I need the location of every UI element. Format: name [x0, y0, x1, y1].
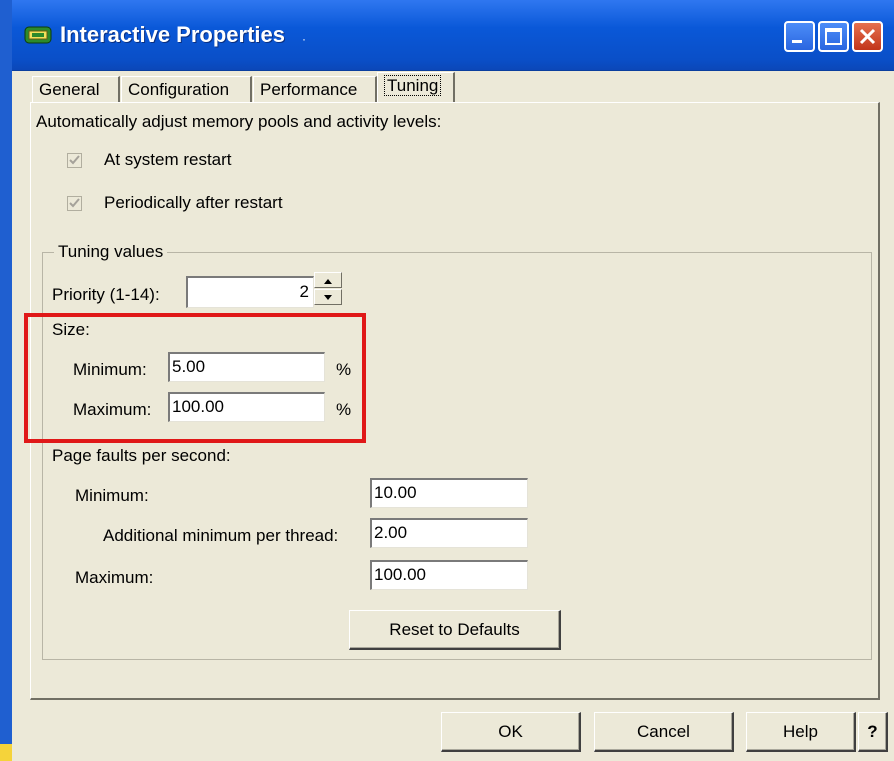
- spin-up-button[interactable]: [314, 272, 342, 288]
- size-highlight-box: [24, 313, 366, 443]
- tuning-values-legend: Tuning values: [54, 242, 168, 262]
- help-button[interactable]: Help: [746, 712, 856, 752]
- tab-performance[interactable]: Performance: [253, 76, 377, 102]
- tab-label: Performance: [260, 80, 358, 99]
- maximize-button[interactable]: [818, 21, 849, 52]
- tab-label: General: [39, 80, 100, 99]
- priority-label: Priority (1-14):: [52, 285, 160, 304]
- page-faults-minimum-label: Minimum:: [75, 486, 149, 505]
- tab-configuration[interactable]: Configuration: [121, 76, 252, 102]
- periodic-checkbox[interactable]: [67, 196, 82, 211]
- close-button[interactable]: [852, 21, 883, 52]
- desktop-edge-highlight: [0, 744, 12, 761]
- tab-label: Tuning: [384, 75, 442, 96]
- page-faults-heading: Page faults per second:: [52, 446, 231, 465]
- app-window-icon: [24, 24, 52, 46]
- close-icon: [859, 28, 876, 45]
- minimize-icon: [792, 40, 802, 43]
- checkmark-icon: [69, 155, 80, 165]
- minimize-button[interactable]: [784, 21, 815, 52]
- restart-checkbox[interactable]: [67, 153, 82, 168]
- additional-minimum-input[interactable]: 2.00: [370, 518, 528, 548]
- arrow-down-icon: [324, 295, 332, 300]
- whats-this-button[interactable]: ?: [858, 712, 888, 752]
- title-dot: ·: [302, 32, 306, 46]
- page-faults-maximum-input[interactable]: 100.00: [370, 560, 528, 590]
- tab-label: Configuration: [128, 80, 230, 99]
- cancel-button[interactable]: Cancel: [594, 712, 734, 752]
- maximize-icon: [825, 28, 842, 45]
- arrow-up-icon: [324, 279, 332, 284]
- reset-defaults-button[interactable]: Reset to Defaults: [349, 610, 561, 650]
- priority-input[interactable]: 2: [186, 276, 314, 308]
- ok-button[interactable]: OK: [441, 712, 581, 752]
- priority-spinner[interactable]: [314, 272, 342, 306]
- properties-dialog: Interactive Properties · General Configu…: [12, 0, 894, 761]
- spin-down-button[interactable]: [314, 289, 342, 305]
- tab-tuning[interactable]: Tuning: [377, 72, 455, 102]
- restart-checkbox-label: At system restart: [104, 150, 232, 169]
- desktop-edge: [0, 0, 12, 761]
- page-faults-maximum-label: Maximum:: [75, 568, 154, 587]
- page-faults-minimum-input[interactable]: 10.00: [370, 478, 528, 508]
- window-title: Interactive Properties: [60, 22, 285, 47]
- checkmark-icon: [69, 198, 80, 208]
- periodic-checkbox-label: Periodically after restart: [104, 193, 283, 212]
- additional-minimum-label: Additional minimum per thread:: [103, 526, 339, 545]
- auto-adjust-heading: Automatically adjust memory pools and ac…: [36, 112, 442, 131]
- tab-general[interactable]: General: [32, 76, 120, 102]
- title-bar[interactable]: Interactive Properties ·: [12, 0, 894, 71]
